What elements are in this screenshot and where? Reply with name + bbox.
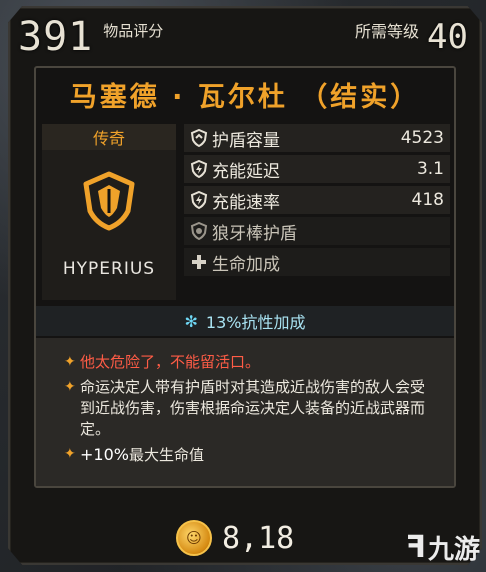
stat-row: 护盾容量 4523 xyxy=(184,124,450,152)
bonus-value: +10% xyxy=(80,445,129,464)
description-line: ✦ 他太危险了，不能留活口。 xyxy=(64,352,438,373)
stat-label: 充能速率 xyxy=(212,192,280,213)
item-name: 马塞德 · 瓦尔杜 （结实） xyxy=(69,81,421,113)
stat-value: 3.1 xyxy=(416,159,444,179)
stat-label: 狼牙棒护盾 xyxy=(212,223,297,244)
description-line: ✦ +10%最大生命值 xyxy=(64,444,438,466)
snowflake-icon: ✻ xyxy=(184,311,198,331)
item-icon-box: HYPERIUS xyxy=(42,150,176,300)
stat-value: 4523 xyxy=(400,128,444,148)
flavor-text: 他太危险了，不能留活口。 xyxy=(80,353,261,371)
stat-value: 418 xyxy=(411,190,444,210)
stat-row: 充能延迟 3.1 xyxy=(184,155,450,183)
item-details-panel: 马塞德 · 瓦尔杜 （结实） 传奇 HYPERIUS 护盾容量 4523 充能延… xyxy=(34,66,456,488)
resistance-text: 13%抗性加成 xyxy=(205,313,306,332)
spike-shield-icon xyxy=(188,220,210,242)
price-value: 8,18 xyxy=(222,520,295,556)
stats-list: 护盾容量 4523 充能延迟 3.1 充能速率 418 狼牙棒护盾 生命加成 xyxy=(184,124,450,279)
item-preview: 传奇 HYPERIUS xyxy=(42,124,176,300)
resistance-bonus: ✻ 13%抗性加成 xyxy=(36,306,454,336)
rarity-label: 传奇 xyxy=(42,124,176,150)
recharge-rate-icon xyxy=(188,189,210,211)
item-score-value: 391 xyxy=(18,14,94,60)
shield-capacity-icon xyxy=(188,127,210,149)
bonus-text: +10%最大生命值 xyxy=(80,444,204,466)
stat-label: 生命加成 xyxy=(212,254,280,275)
stat-row: 充能速率 418 xyxy=(184,186,450,214)
coin-icon: ☺ xyxy=(176,520,212,556)
watermark: ꟻ 九游 xyxy=(405,529,480,566)
item-price: ☺ 8,18 xyxy=(176,518,294,558)
recharge-delay-icon xyxy=(188,158,210,180)
bonus-label: 最大生命值 xyxy=(128,446,204,464)
required-level-value: 40 xyxy=(427,17,468,57)
item-description: ✦ 他太危险了，不能留活口。 ✦ 命运决定人带有护盾时对其造成近战伤害的敌人会受… xyxy=(36,338,454,486)
description-line: ✦ 命运决定人带有护盾时对其造成近战伤害的敌人会受到近战伤害，伤害根据命运决定人… xyxy=(64,377,438,440)
stat-row: 狼牙棒护盾 xyxy=(184,217,450,245)
shield-crest-icon xyxy=(82,171,136,235)
bullet-icon: ✦ xyxy=(64,446,76,462)
required-level-label: 所需等级 xyxy=(355,22,420,41)
bullet-icon: ✦ xyxy=(64,354,76,370)
item-header: 391 物品评分 所需等级 40 xyxy=(18,12,468,62)
watermark-text: 九游 xyxy=(427,535,480,565)
effect-text: 命运决定人带有护盾时对其造成近战伤害的敌人会受到近战伤害，伤害根据命运决定人装备… xyxy=(80,378,426,438)
item-score-label: 物品评分 xyxy=(103,21,164,40)
stat-label: 充能延迟 xyxy=(212,161,280,182)
manufacturer-logo: HYPERIUS xyxy=(62,259,156,279)
health-plus-icon xyxy=(188,251,210,273)
bullet-icon: ✦ xyxy=(64,379,76,395)
stat-label: 护盾容量 xyxy=(212,130,280,151)
item-title-bar: 马塞德 · 瓦尔杜 （结实） xyxy=(36,68,454,120)
jiuyou-logo-icon: ꟻ xyxy=(405,530,426,565)
stat-row: 生命加成 xyxy=(184,248,450,276)
